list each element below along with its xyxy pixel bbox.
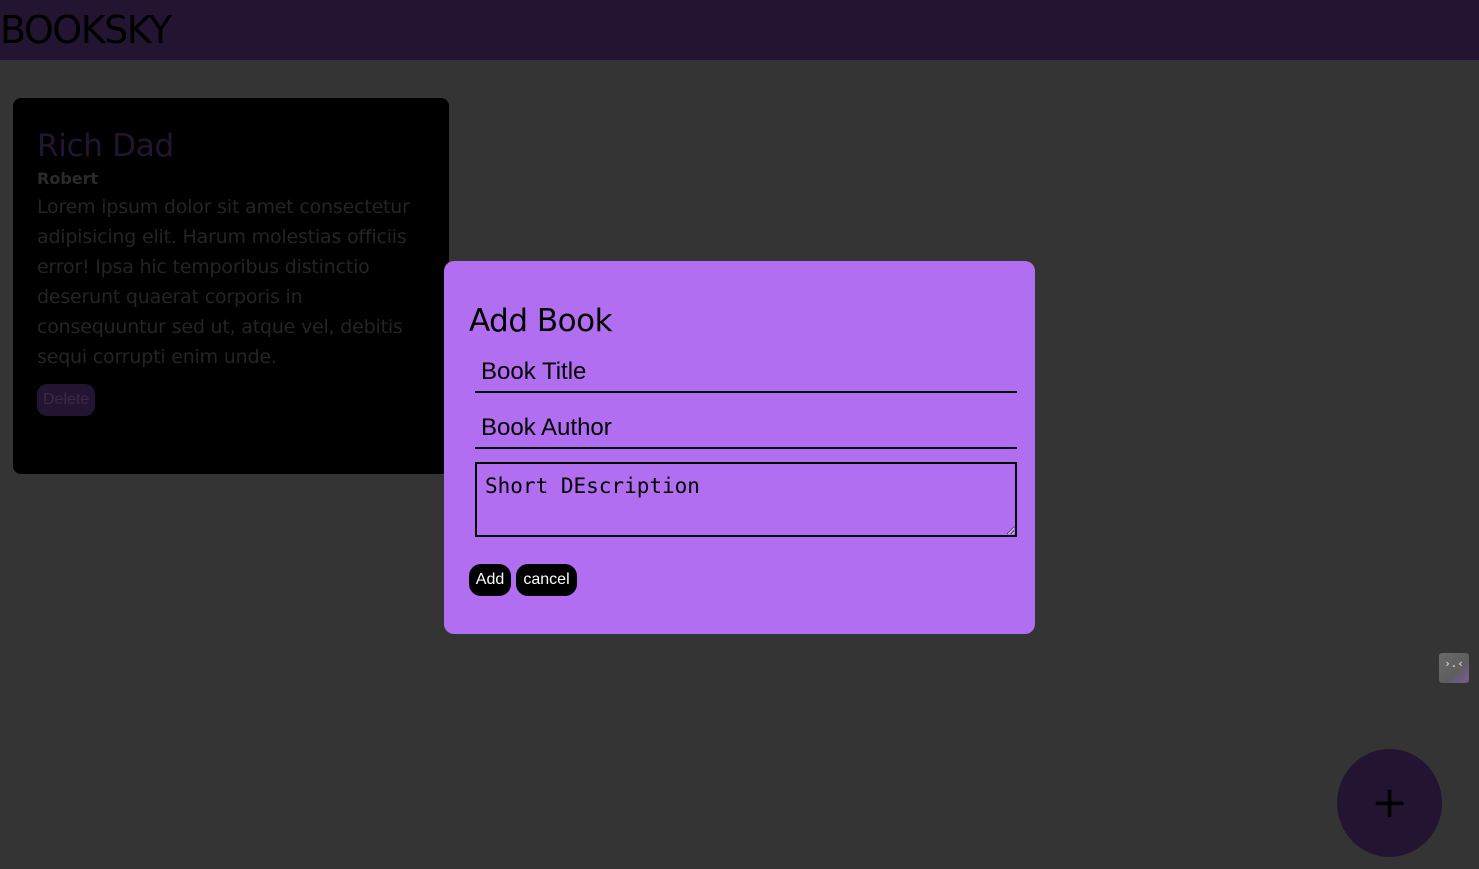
book-author-input[interactable] (475, 409, 1017, 449)
book-title: Rich Dad (37, 128, 174, 164)
book-card: Rich Dad Robert Lorem ipsum dolor sit am… (13, 98, 449, 474)
terminal-face-icon[interactable]: ›.‹ (1439, 653, 1469, 683)
add-book-modal: Add Book Add cancel (444, 261, 1035, 634)
plus-icon: + (1371, 777, 1408, 828)
add-book-fab[interactable]: + (1337, 749, 1442, 857)
modal-title: Add Book (469, 303, 613, 339)
book-title-input[interactable] (475, 353, 1017, 393)
book-author: Robert (37, 169, 99, 188)
book-description: Lorem ipsum dolor sit amet consectetur a… (37, 196, 410, 368)
delete-button[interactable]: Delete (37, 384, 96, 416)
app-logo: BOOKSKY (0, 8, 172, 52)
short-description-textarea[interactable] (475, 462, 1017, 537)
add-button[interactable]: Add (469, 564, 511, 596)
app-header: BOOKSKY (0, 0, 1479, 60)
cancel-button[interactable]: cancel (516, 564, 577, 596)
